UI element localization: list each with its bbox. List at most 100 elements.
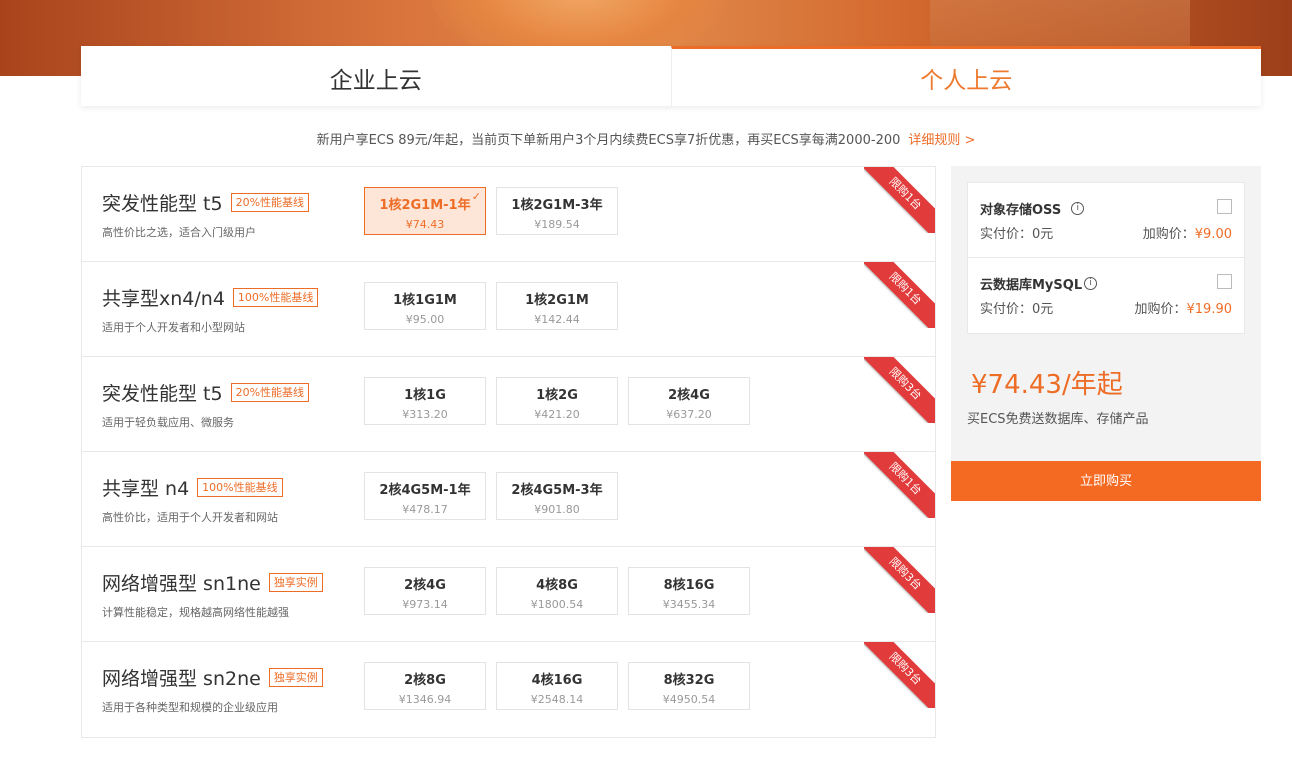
spec-options: 2核4G5M-1年 ¥478.17 2核4G5M-3年 ¥901.80 <box>364 472 628 520</box>
spec-option[interactable]: 2核4G ¥973.14 <box>364 567 486 615</box>
promo-notice: 新用户享ECS 89元/年起，当前页下单新用户3个月内续费ECS享7折优惠，再买… <box>0 129 1292 148</box>
limit-ribbon: 限购1台 <box>864 452 935 518</box>
spec-option-selected[interactable]: ✓ 1核2G1M-1年 ¥74.43 <box>364 187 486 235</box>
limit-ribbon: 限购3台 <box>864 357 935 423</box>
product-name: 突发性能型 t5 20%性能基线 <box>102 189 310 216</box>
rules-link[interactable]: 详细规则 > <box>908 133 975 148</box>
limit-ribbon: 限购3台 <box>864 547 935 613</box>
ribbon-text: 限购1台 <box>864 262 935 328</box>
tab-bar: 企业上云 个人上云 <box>81 46 1261 106</box>
spec-name: 2核4G5M-1年 <box>379 483 471 498</box>
spec-name: 2核4G5M-3年 <box>511 483 603 498</box>
spec-name: 2核8G <box>404 673 446 688</box>
product-info: 共享型 n4 100%性能基线 高性价比，适用于个人开发者和网站 <box>102 474 283 525</box>
spec-options: 2核4G ¥973.14 4核8G ¥1800.54 8核16G ¥3455.3… <box>364 567 760 615</box>
product-tag: 独享实例 <box>268 573 323 592</box>
spec-price: ¥142.44 <box>534 313 580 326</box>
spec-option[interactable]: 1核2G1M ¥142.44 <box>496 282 618 330</box>
addon-actual-price: 实付价：0元 <box>980 227 1054 242</box>
addon-plus-price: 加购价：¥19.90 <box>1134 298 1232 317</box>
spec-option[interactable]: 2核4G5M-3年 ¥901.80 <box>496 472 618 520</box>
product-row: 共享型 n4 100%性能基线 高性价比，适用于个人开发者和网站 2核4G5M-1… <box>82 452 935 547</box>
addon-plus-label: 加购价： <box>1142 227 1195 242</box>
product-title: 突发性能型 t5 <box>102 383 223 405</box>
info-icon[interactable]: i <box>1084 277 1098 290</box>
spec-option[interactable]: 1核2G ¥421.20 <box>496 377 618 425</box>
spec-name: 2核4G <box>404 578 446 593</box>
ribbon-text: 限购1台 <box>864 167 935 233</box>
ribbon-text: 限购3台 <box>864 642 935 708</box>
product-tag: 100%性能基线 <box>197 478 283 497</box>
addon-list: 对象存储OSS i 实付价：0元 加购价：¥9.00 云数据库MySQL i 实付价… <box>967 182 1245 334</box>
spec-name: 4核8G <box>536 578 578 593</box>
addon-checkbox[interactable] <box>1217 274 1232 289</box>
spec-price: ¥3455.34 <box>662 598 716 611</box>
addon-title-text: 云数据库MySQL <box>980 278 1083 293</box>
product-desc: 高性价比，适用于个人开发者和网站 <box>102 511 278 524</box>
addon-title: 云数据库MySQL i <box>980 274 1098 293</box>
spec-option[interactable]: 1核1G1M ¥95.00 <box>364 282 486 330</box>
spec-price: ¥95.00 <box>405 313 445 326</box>
spec-name: 8核32G <box>663 673 715 688</box>
product-row: 突发性能型 t5 20%性能基线 适用于轻负载应用、微服务 1核1G ¥313.2… <box>82 357 935 452</box>
spec-option[interactable]: 8核16G ¥3455.34 <box>628 567 750 615</box>
limit-ribbon: 限购3台 <box>864 642 935 708</box>
product-name: 网络增强型 sn1ne 独享实例 <box>102 569 323 596</box>
tab-personal[interactable]: 个人上云 <box>670 46 1261 106</box>
spec-name: 1核1G <box>404 388 446 403</box>
product-info: 网络增强型 sn2ne 独享实例 适用于各种类型和规模的企业级应用 <box>102 664 323 715</box>
product-desc: 适用于轻负载应用、微服务 <box>102 416 234 429</box>
addon-checkbox[interactable] <box>1217 199 1232 214</box>
spec-price: ¥637.20 <box>666 408 712 421</box>
product-info: 突发性能型 t5 20%性能基线 高性价比之选，适合入门级用户 <box>102 189 310 240</box>
product-info: 网络增强型 sn1ne 独享实例 计算性能稳定，规格越高网络性能越强 <box>102 569 323 620</box>
spec-options: ✓ 1核2G1M-1年 ¥74.43 1核2G1M-3年 ¥189.54 <box>364 187 628 235</box>
product-tag: 20%性能基线 <box>230 383 310 402</box>
addon-plus-value: ¥19.90 <box>1186 302 1233 317</box>
spec-price: ¥2548.14 <box>530 693 584 706</box>
spec-price: ¥74.43 <box>405 218 445 231</box>
spec-option[interactable]: 1核1G ¥313.20 <box>364 377 486 425</box>
product-info: 共享型xn4/n4 100%性能基线 适用于个人开发者和小型网站 <box>102 284 319 335</box>
spec-option[interactable]: 2核8G ¥1346.94 <box>364 662 486 710</box>
spec-option[interactable]: 4核16G ¥2548.14 <box>496 662 618 710</box>
spec-name: 1核2G1M-3年 <box>511 198 603 213</box>
spec-option[interactable]: 8核32G ¥4950.54 <box>628 662 750 710</box>
product-row: 共享型xn4/n4 100%性能基线 适用于个人开发者和小型网站 1核1G1M ¥… <box>82 262 935 357</box>
spec-price: ¥421.20 <box>534 408 580 421</box>
product-title: 突发性能型 t5 <box>102 193 223 215</box>
ribbon-text: 限购3台 <box>864 547 935 613</box>
info-icon[interactable]: i <box>1071 202 1085 215</box>
spec-options: 1核1G1M ¥95.00 1核2G1M ¥142.44 <box>364 282 628 330</box>
product-name: 网络增强型 sn2ne 独享实例 <box>102 664 323 691</box>
spec-option[interactable]: 1核2G1M-3年 ¥189.54 <box>496 187 618 235</box>
product-desc: 计算性能稳定，规格越高网络性能越强 <box>102 606 289 619</box>
addon-actual-price: 实付价：0元 <box>980 302 1054 317</box>
limit-ribbon: 限购1台 <box>864 167 935 233</box>
addon-item-oss: 对象存储OSS i 实付价：0元 加购价：¥9.00 <box>968 183 1244 258</box>
spec-name: 8核16G <box>663 578 715 593</box>
product-name: 共享型 n4 100%性能基线 <box>102 474 283 501</box>
product-row: 突发性能型 t5 20%性能基线 高性价比之选，适合入门级用户 ✓ 1核2G1M-… <box>82 167 935 262</box>
product-title: 网络增强型 sn1ne <box>102 573 261 595</box>
tab-enterprise[interactable]: 企业上云 <box>81 46 671 106</box>
product-desc: 高性价比之选，适合入门级用户 <box>102 226 256 239</box>
total-price: ¥74.43/年起 <box>971 370 1123 400</box>
spec-option[interactable]: 2核4G5M-1年 ¥478.17 <box>364 472 486 520</box>
product-info: 突发性能型 t5 20%性能基线 适用于轻负载应用、微服务 <box>102 379 310 430</box>
product-row: 网络增强型 sn1ne 独享实例 计算性能稳定，规格越高网络性能越强 2核4G ¥… <box>82 547 935 642</box>
addon-plus-value: ¥9.00 <box>1194 227 1232 242</box>
buy-now-button[interactable]: 立即购买 <box>951 461 1261 501</box>
spec-price: ¥973.14 <box>402 598 448 611</box>
check-icon: ✓ <box>471 190 481 203</box>
spec-price: ¥901.80 <box>534 503 580 516</box>
product-name: 共享型xn4/n4 100%性能基线 <box>102 284 319 311</box>
spec-price: ¥1800.54 <box>530 598 584 611</box>
spec-name: 1核2G1M <box>525 293 589 308</box>
addon-plus-label: 加购价： <box>1134 302 1187 317</box>
product-row: 网络增强型 sn2ne 独享实例 适用于各种类型和规模的企业级应用 2核8G ¥1… <box>82 642 935 737</box>
spec-option[interactable]: 4核8G ¥1800.54 <box>496 567 618 615</box>
spec-option[interactable]: 2核4G ¥637.20 <box>628 377 750 425</box>
product-name: 突发性能型 t5 20%性能基线 <box>102 379 310 406</box>
spec-name: 1核2G1M-1年 <box>379 198 471 213</box>
